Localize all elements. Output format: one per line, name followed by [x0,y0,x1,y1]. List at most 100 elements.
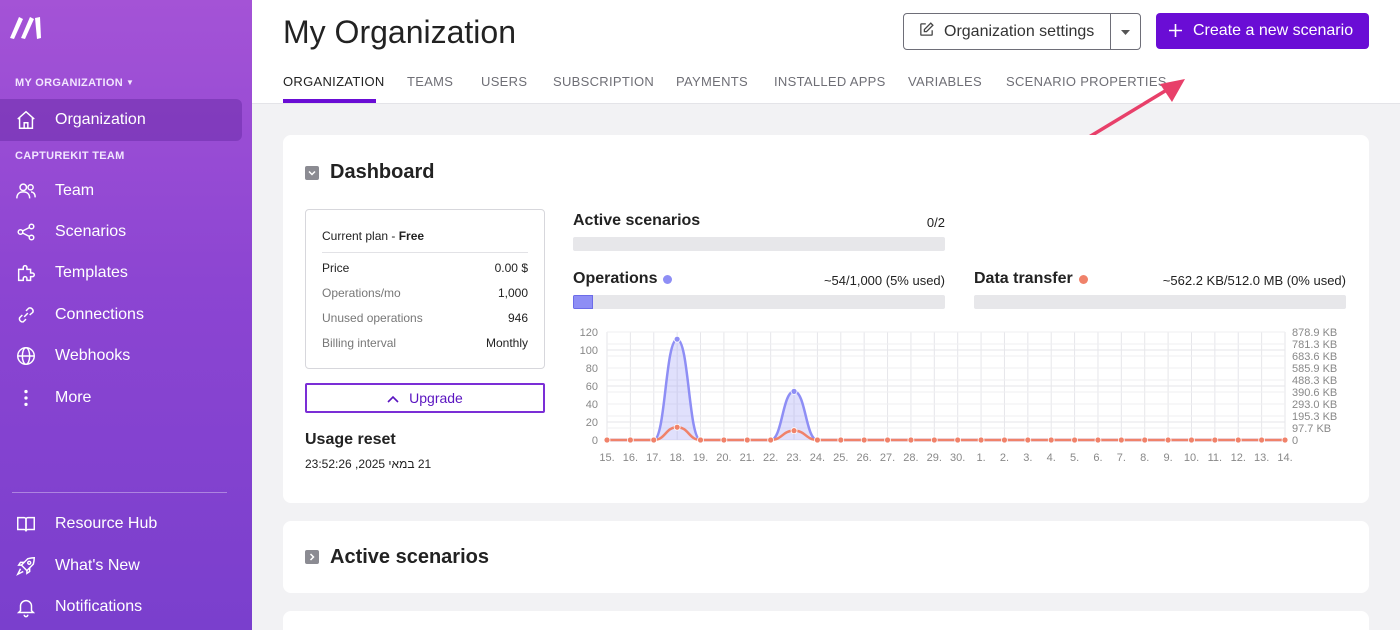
organization-settings-label: Organization settings [944,22,1095,40]
sidebar-item-more[interactable]: More [0,377,242,419]
data-transfer-point [1047,436,1055,444]
sidebar-item-label: Resource Hub [55,515,158,532]
data-transfer-point [1117,436,1125,444]
x-tick-label: 18. [669,452,684,464]
tab-installed-apps[interactable]: INSTALLED APPS [774,74,886,89]
x-tick-label: 26. [857,452,872,464]
sidebar-item-label: Team [55,182,95,199]
share-icon [13,221,39,243]
x-tick-label: 14. [1277,452,1292,464]
sidebar-item-label: Scenarios [55,223,127,240]
sidebar-divider [12,492,227,493]
sidebar-item-organization[interactable]: Organization [0,99,242,141]
y-tick-left: 100 [580,345,598,357]
data-transfer-point [1001,436,1008,444]
puzzle-icon [13,262,39,284]
x-tick-label: 1. [976,452,985,464]
x-tick-label: 30. [950,452,965,464]
rocket-icon [13,555,39,577]
bell-icon [13,596,39,618]
y-tick-right: 390.6 KB [1292,387,1337,399]
home-icon [13,109,39,131]
x-tick-label: 9. [1164,452,1173,464]
x-tick-label: 25. [833,452,848,464]
x-tick-label: 27. [880,452,895,464]
data-transfer-point [860,436,868,444]
tab-payments[interactable]: PAYMENTS [676,74,748,89]
x-tick-label: 28. [903,452,918,464]
x-tick-label: 3. [1023,452,1032,464]
operations-point [790,387,798,395]
data-transfer-point [650,436,658,444]
y-tick-left: 0 [592,435,598,447]
y-tick-right: 293.0 KB [1292,399,1337,411]
sidebar-item-templates[interactable]: Templates [0,252,242,294]
y-tick-left: 40 [586,399,598,411]
chevron-right-icon [309,553,315,561]
sidebar-item-scenarios[interactable]: Scenarios [0,211,242,253]
data-transfer-point [767,436,775,444]
x-tick-label: 22. [763,452,778,464]
sidebar-item-label: Connections [55,306,144,323]
sidebar-item-webhooks[interactable]: Webhooks [0,335,242,377]
x-tick-label: 24. [810,452,825,464]
y-tick-right: 0 [1292,435,1298,447]
y-tick-left: 80 [586,363,598,375]
sidebar-item-team[interactable]: Team [0,170,242,212]
link-icon [13,304,39,326]
tab-teams[interactable]: TEAMS [407,74,453,89]
operations-area [607,339,1285,440]
tab-organization[interactable]: ORGANIZATION [283,74,385,89]
data-transfer-point [907,436,915,444]
tab-variables[interactable]: VARIABLES [908,74,982,89]
data-transfer-point [954,436,962,444]
sidebar-item-label: Notifications [55,598,143,615]
make-logo-icon[interactable] [8,14,44,40]
operations-point [673,335,681,343]
organization-switcher[interactable]: MY ORGANIZATION ▼ [15,77,134,89]
x-tick-label: 15. [599,452,614,464]
page-header: My Organization Organization settings Cr… [252,0,1400,104]
data-transfer-point [884,436,891,444]
sidebar: MY ORGANIZATION ▼ Organization CAPTUREKIT… [0,0,252,630]
sidebar-item-notifications[interactable]: Notifications [0,586,242,628]
data-transfer-point [977,436,985,444]
y-tick-right: 781.3 KB [1292,339,1337,351]
sidebar-item-label: Webhooks [55,347,131,364]
more-vertical-icon [13,387,39,409]
tab-users[interactable]: USERS [481,74,527,89]
data-transfer-point [1071,436,1078,444]
y-tick-right: 878.9 KB [1292,327,1337,339]
book-icon [13,513,39,535]
data-transfer-point [1024,436,1032,444]
x-tick-label: 6. [1093,452,1102,464]
sidebar-item-label: More [55,389,92,406]
x-tick-label: 29. [927,452,942,464]
data-transfer-point [1281,436,1289,444]
sidebar-item-connections[interactable]: Connections [0,294,242,336]
tab-subscription[interactable]: SUBSCRIPTION [553,74,654,89]
usage-chart: 020406080100120097.7 KB195.3 KB293.0 KB3… [580,327,1338,464]
x-tick-label: 11. [1208,452,1222,464]
sidebar-item-label: Organization [55,111,146,128]
sidebar-item-label: What's New [55,557,140,574]
caret-down-icon [1121,23,1130,41]
data-transfer-point [1258,436,1266,444]
data-transfer-point [673,423,681,431]
y-tick-right: 195.3 KB [1292,411,1337,423]
settings-dropdown-button[interactable] [1110,13,1141,50]
data-transfer-point [1211,436,1219,444]
organization-settings-button[interactable]: Organization settings [903,13,1111,50]
x-tick-label: 2. [1000,452,1009,464]
x-tick-label: 13. [1254,452,1269,464]
create-scenario-button[interactable]: Create a new scenario [1156,13,1369,49]
x-tick-label: 5. [1070,452,1079,464]
x-tick-label: 7. [1117,452,1126,464]
create-scenario-label: Create a new scenario [1193,22,1354,39]
data-transfer-point [1164,436,1172,444]
x-tick-label: 19. [693,452,708,464]
expand-toggle[interactable] [305,550,319,564]
sidebar-item-resource-hub[interactable]: Resource Hub [0,503,242,545]
sidebar-item-whats-new[interactable]: What's New [0,545,242,587]
x-tick-label: 4. [1047,452,1056,464]
